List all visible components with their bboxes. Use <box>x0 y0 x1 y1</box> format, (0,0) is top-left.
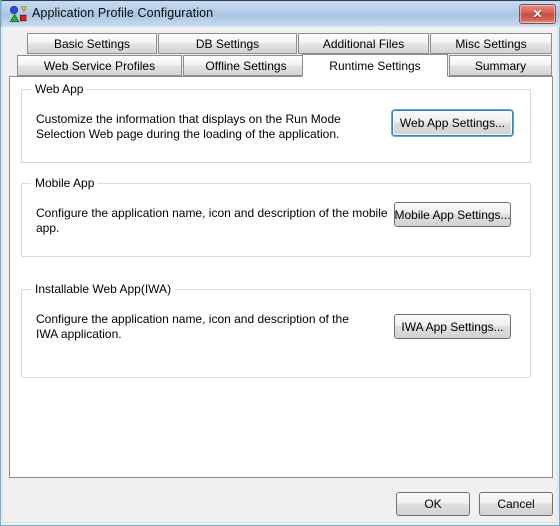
tab-runtime-settings[interactable]: Runtime Settings <box>302 54 448 77</box>
tab-page-runtime-settings: Web App Customize the information that d… <box>9 76 553 478</box>
close-button[interactable]: ✕ <box>519 4 556 24</box>
tab-additional-files[interactable]: Additional Files <box>298 33 429 54</box>
tab-strip: Basic Settings DB Settings Additional Fi… <box>9 33 553 77</box>
iwa-app-settings-button[interactable]: IWA App Settings... <box>394 314 511 339</box>
button-label: Cancel <box>497 497 535 511</box>
close-icon: ✕ <box>532 7 543 21</box>
title-bar: Application Profile Configuration ✕ <box>1 0 560 27</box>
web-app-settings-button[interactable]: Web App Settings... <box>392 110 513 136</box>
ok-button[interactable]: OK <box>396 492 470 516</box>
group-web-app-description: Customize the information that displays … <box>36 112 341 141</box>
tab-label: Summary <box>474 58 527 73</box>
button-label: OK <box>424 497 442 511</box>
group-mobile-app-legend: Mobile App <box>31 176 99 190</box>
tab-control: Basic Settings DB Settings Additional Fi… <box>9 33 553 478</box>
tab-label: Misc Settings <box>455 36 527 51</box>
application-profile-icon <box>9 6 27 23</box>
tab-label: Web Service Profiles <box>43 58 156 73</box>
application-window: Application Profile Configuration ✕ Basi… <box>0 0 560 526</box>
button-label: Mobile App Settings... <box>394 207 511 222</box>
tab-label: Runtime Settings <box>329 58 421 73</box>
mobile-app-settings-button[interactable]: Mobile App Settings... <box>394 202 511 227</box>
button-label: IWA App Settings... <box>401 319 504 334</box>
tab-label: Additional Files <box>322 36 405 51</box>
tab-offline-settings[interactable]: Offline Settings <box>183 55 309 76</box>
window-title: Application Profile Configuration <box>32 6 214 20</box>
tab-basic-settings[interactable]: Basic Settings <box>27 33 157 54</box>
cancel-button[interactable]: Cancel <box>479 492 553 516</box>
tab-summary[interactable]: Summary <box>449 55 552 76</box>
tab-db-settings[interactable]: DB Settings <box>158 33 297 54</box>
tab-misc-settings[interactable]: Misc Settings <box>430 33 552 54</box>
tab-label: Offline Settings <box>205 58 287 73</box>
dialog-footer: OK Cancel <box>1 478 559 524</box>
group-web-app-legend: Web App <box>31 82 88 96</box>
tab-label: Basic Settings <box>53 36 131 51</box>
group-mobile-app-description: Configure the application name, icon and… <box>36 206 388 235</box>
button-label: Web App Settings... <box>399 116 506 130</box>
group-iwa-legend: Installable Web App(IWA) <box>31 282 176 296</box>
group-installable-web-app: Installable Web App(IWA) Configure the a… <box>21 282 531 378</box>
tab-label: DB Settings <box>195 36 260 51</box>
group-iwa-description: Configure the application name, icon and… <box>36 312 349 341</box>
group-web-app: Web App Customize the information that d… <box>21 82 531 163</box>
group-mobile-app: Mobile App Configure the application nam… <box>21 176 531 257</box>
tab-web-service-profiles[interactable]: Web Service Profiles <box>17 55 182 76</box>
